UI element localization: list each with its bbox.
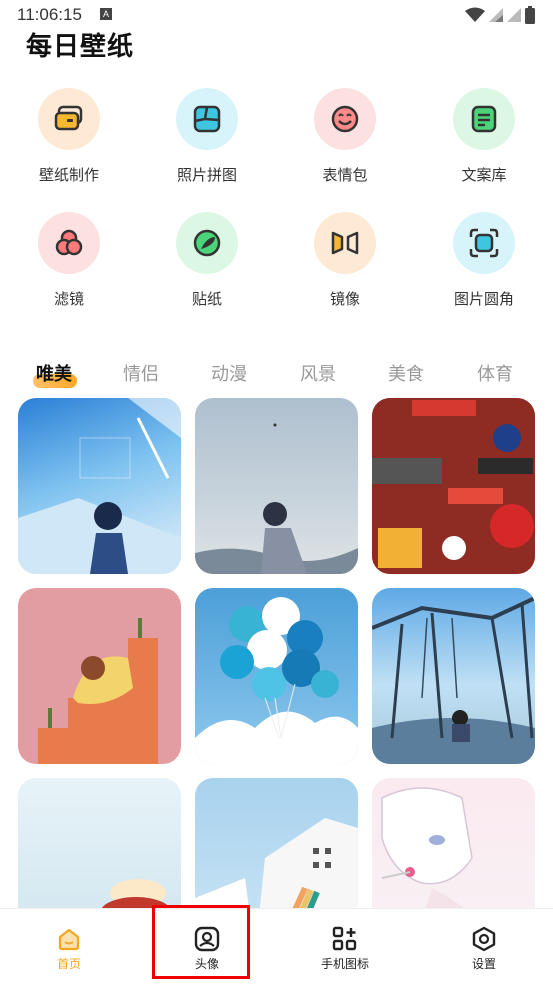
category-tabs: 唯美 情侣 动漫 风景 美食 体育	[0, 360, 553, 390]
wallpaper-anime-girl-blue[interactable]	[18, 398, 181, 574]
filter-icon	[38, 212, 100, 274]
phone-icons-icon	[331, 925, 359, 953]
round-corner-icon	[453, 212, 515, 274]
wallpaper-art	[100, 879, 172, 910]
tab-food[interactable]: 美食	[388, 360, 424, 386]
photo-collage-icon	[176, 88, 238, 150]
wallpaper-grid	[0, 398, 553, 910]
wallpaper-make-icon	[38, 88, 100, 150]
tool-label: 照片拼图	[176, 166, 237, 184]
tool-label: 贴纸	[191, 290, 222, 308]
tool-text-library[interactable]: 文案库	[429, 88, 539, 185]
tool-mirror[interactable]: 镜像	[290, 212, 400, 309]
wallpaper-balloons[interactable]	[195, 588, 358, 764]
tab-scenery[interactable]: 风景	[300, 360, 336, 386]
wallpaper-art	[195, 423, 358, 574]
wallpaper-swings[interactable]	[372, 588, 535, 764]
wifi-icon	[465, 7, 485, 22]
wallpaper-art	[18, 398, 181, 574]
notification-a-icon: A	[100, 8, 112, 20]
tab-anime[interactable]: 动漫	[211, 360, 247, 386]
tool-label: 文案库	[461, 166, 507, 184]
settings-icon	[470, 925, 498, 953]
wallpaper-art	[38, 618, 158, 764]
text-library-icon	[453, 88, 515, 150]
nav-home[interactable]: 首页	[14, 925, 124, 972]
tool-photo-collage[interactable]: 照片拼图	[152, 88, 262, 185]
tab-sports[interactable]: 体育	[477, 360, 513, 386]
tool-label: 图片圆角	[453, 290, 514, 308]
tool-label: 镜像	[329, 290, 360, 308]
tool-label: 壁纸制作	[38, 166, 99, 184]
sticker-icon	[176, 212, 238, 274]
nav-phone-icons[interactable]: 手机图标	[290, 925, 400, 972]
tool-sticker[interactable]: 贴纸	[152, 212, 262, 309]
wallpaper-art	[372, 398, 535, 574]
home-icon	[55, 925, 83, 953]
tool-filter[interactable]: 滤镜	[14, 212, 124, 309]
tool-label: 滤镜	[53, 290, 84, 308]
tab-beautiful[interactable]: 唯美	[36, 360, 72, 386]
wallpaper-girl-stairs[interactable]	[18, 588, 181, 764]
wallpaper-light-blue[interactable]	[18, 778, 181, 910]
bottom-nav: 首页 头像 手机图标 设置	[0, 908, 553, 984]
nav-label: 手机图标	[320, 957, 369, 971]
wallpaper-art	[195, 818, 358, 910]
signal-icon	[489, 8, 503, 22]
wallpaper-boy-sky[interactable]	[195, 398, 358, 574]
wallpaper-art	[372, 596, 535, 764]
status-time: 11:06:15	[17, 5, 82, 24]
app-title: 每日壁纸	[26, 32, 135, 62]
nav-label: 设置	[471, 957, 496, 971]
signal-2-icon	[507, 8, 521, 22]
wallpaper-stickers-collage[interactable]	[372, 398, 535, 574]
mirror-icon	[314, 212, 376, 274]
nav-settings[interactable]: 设置	[429, 925, 539, 972]
tab-couple[interactable]: 情侣	[123, 360, 159, 386]
battery-icon	[525, 6, 535, 24]
highlight-box	[152, 905, 250, 979]
wallpaper-art	[381, 787, 473, 910]
tool-label: 表情包	[322, 166, 368, 184]
tool-wallpaper-make[interactable]: 壁纸制作	[14, 88, 124, 185]
tool-round-corner[interactable]: 图片圆角	[429, 212, 539, 309]
emoji-icon	[314, 88, 376, 150]
wallpaper-building-rainbow[interactable]	[195, 778, 358, 910]
wallpaper-anime-boy-lollipop[interactable]	[372, 778, 535, 910]
wallpaper-art	[195, 597, 358, 764]
status-icons	[465, 6, 535, 24]
tool-emoji[interactable]: 表情包	[290, 88, 400, 185]
nav-label: 首页	[56, 957, 81, 971]
